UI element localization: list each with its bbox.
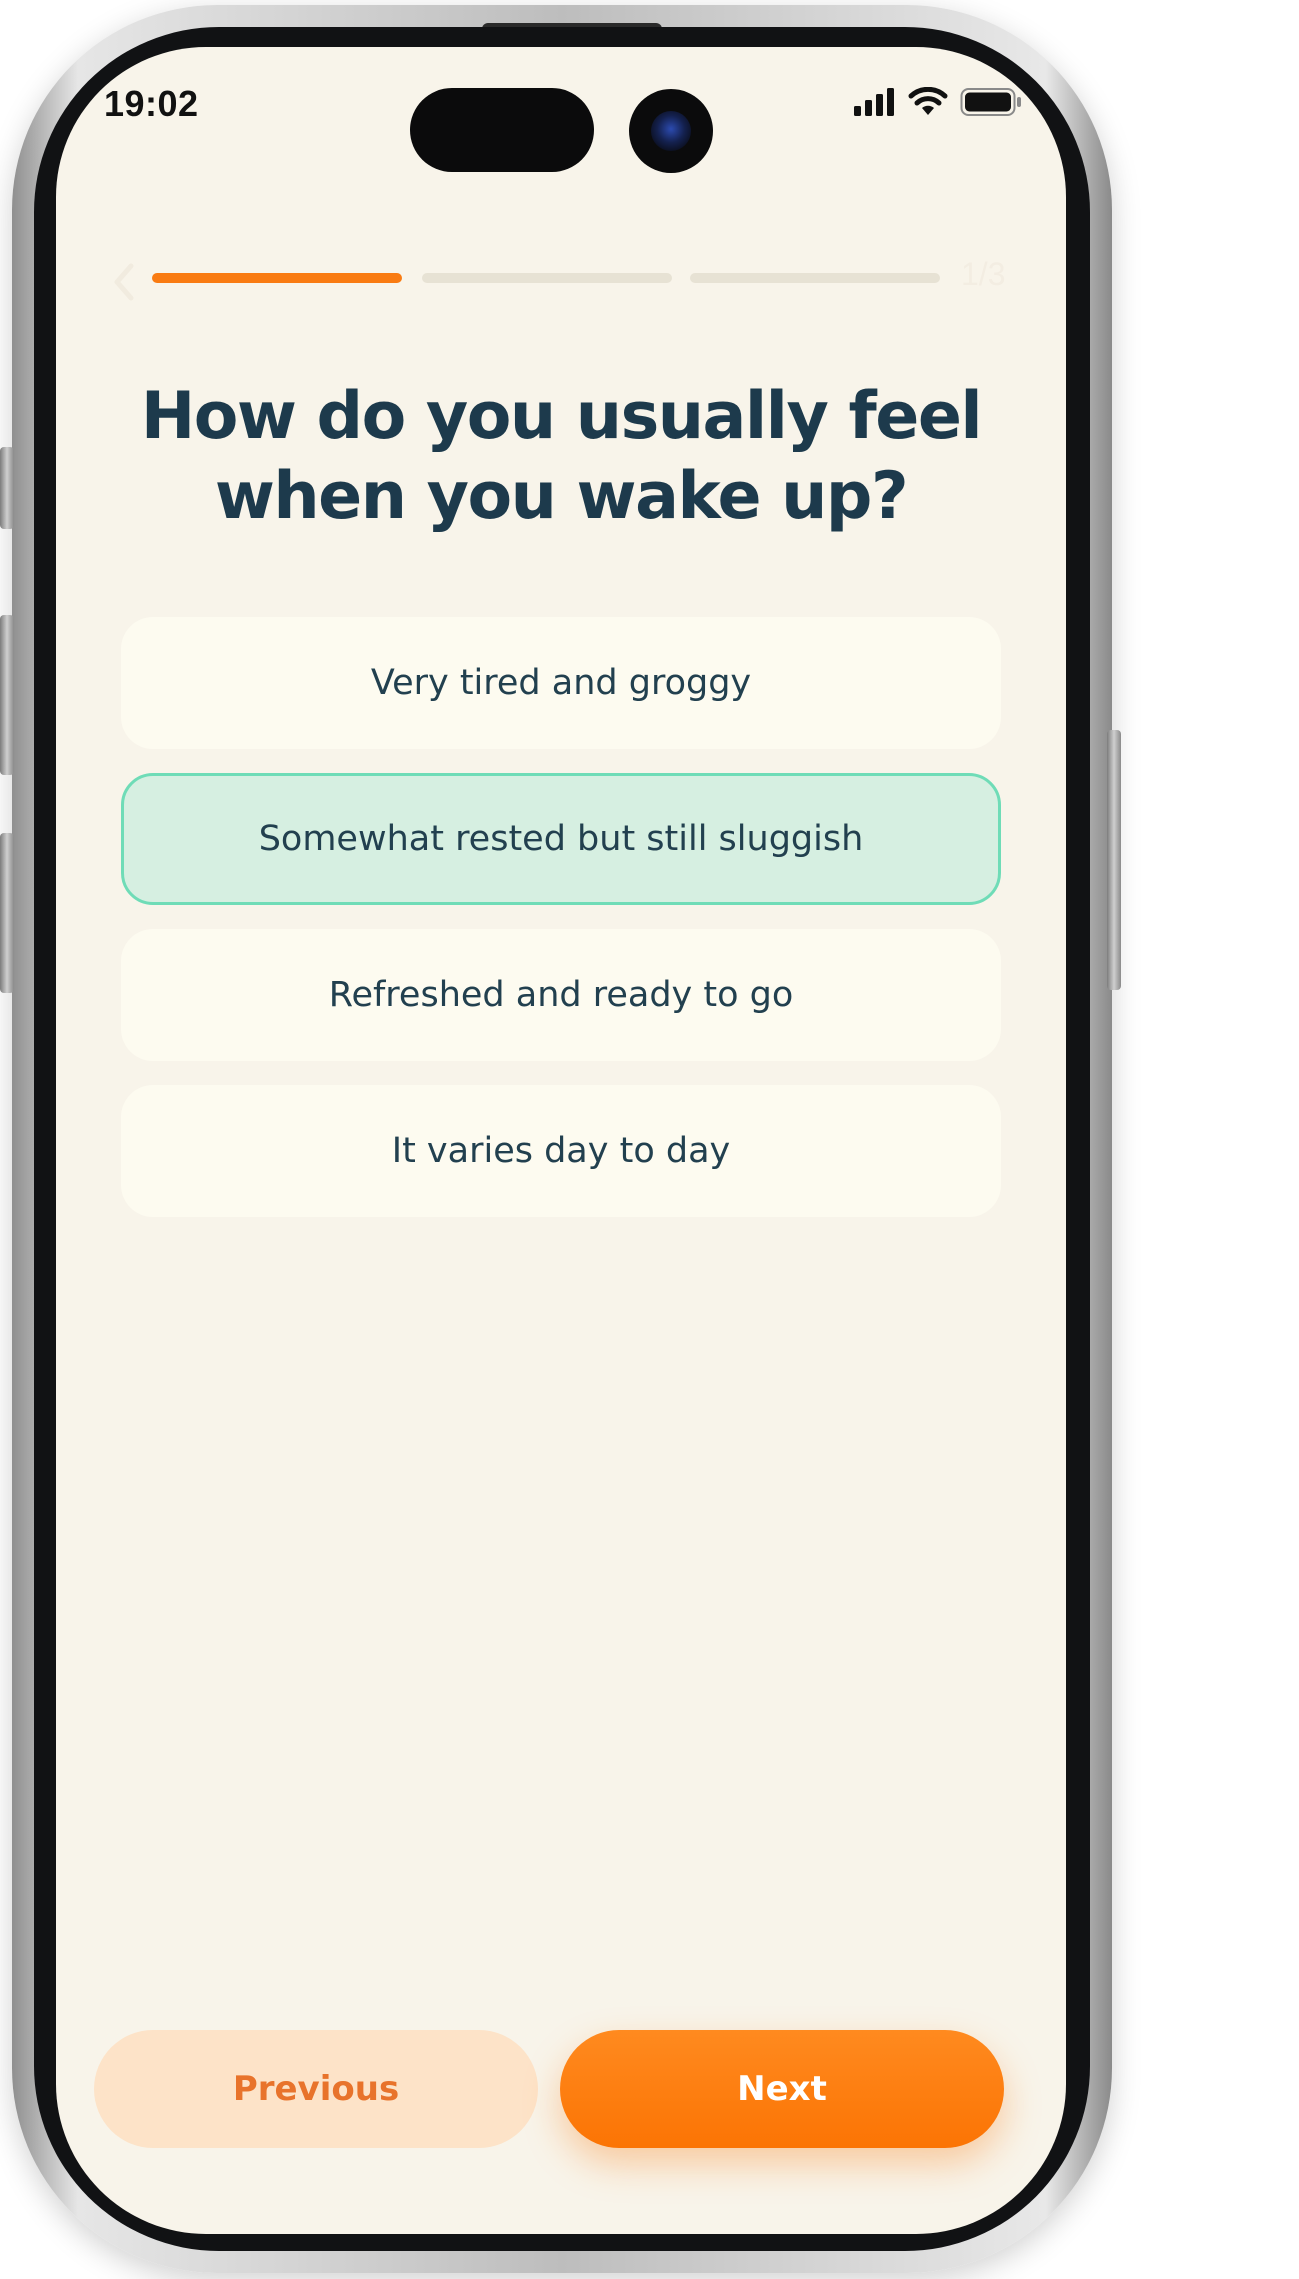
next-button-label: Next bbox=[737, 2069, 827, 2109]
progress-segment-1 bbox=[152, 273, 402, 283]
battery-icon bbox=[960, 88, 1021, 116]
question-title: How do you usually feel when you wake up… bbox=[140, 379, 983, 534]
action-button bbox=[0, 447, 14, 529]
progress-segment-2 bbox=[422, 273, 672, 283]
answer-option-label: It varies day to day bbox=[391, 1131, 731, 1171]
power-button bbox=[1107, 730, 1121, 990]
back-button[interactable] bbox=[106, 257, 142, 307]
status-icons bbox=[852, 87, 1022, 117]
step-counter: 1/3 bbox=[961, 256, 1006, 292]
chevron-left-icon bbox=[114, 263, 134, 301]
answer-option[interactable]: It varies day to day bbox=[121, 1085, 1001, 1217]
answer-option-label: Very tired and groggy bbox=[370, 663, 752, 703]
answer-option-selected[interactable]: Somewhat rested but still sluggish bbox=[121, 773, 1001, 905]
camera-lens bbox=[651, 111, 691, 151]
previous-button[interactable]: Previous bbox=[94, 2030, 538, 2148]
answer-option-label: Refreshed and ready to go bbox=[328, 975, 794, 1015]
answer-option[interactable]: Very tired and groggy bbox=[121, 617, 1001, 749]
volume-up-button bbox=[0, 615, 14, 775]
next-button[interactable]: Next bbox=[560, 2030, 1004, 2148]
previous-button-label: Previous bbox=[232, 2069, 400, 2109]
wifi-icon bbox=[908, 87, 948, 115]
volume-down-button bbox=[0, 833, 14, 993]
progress-segment-3 bbox=[690, 273, 940, 283]
app-screen: 19:02 1/3 How do you usually feel when y bbox=[56, 47, 1066, 2234]
answer-option[interactable]: Refreshed and ready to go bbox=[121, 929, 1001, 1061]
dynamic-island bbox=[410, 88, 594, 172]
status-time: 19:02 bbox=[104, 83, 199, 124]
answer-option-label: Somewhat rested but still sluggish bbox=[258, 819, 864, 859]
signal-icon bbox=[854, 88, 894, 116]
front-camera bbox=[629, 89, 713, 173]
